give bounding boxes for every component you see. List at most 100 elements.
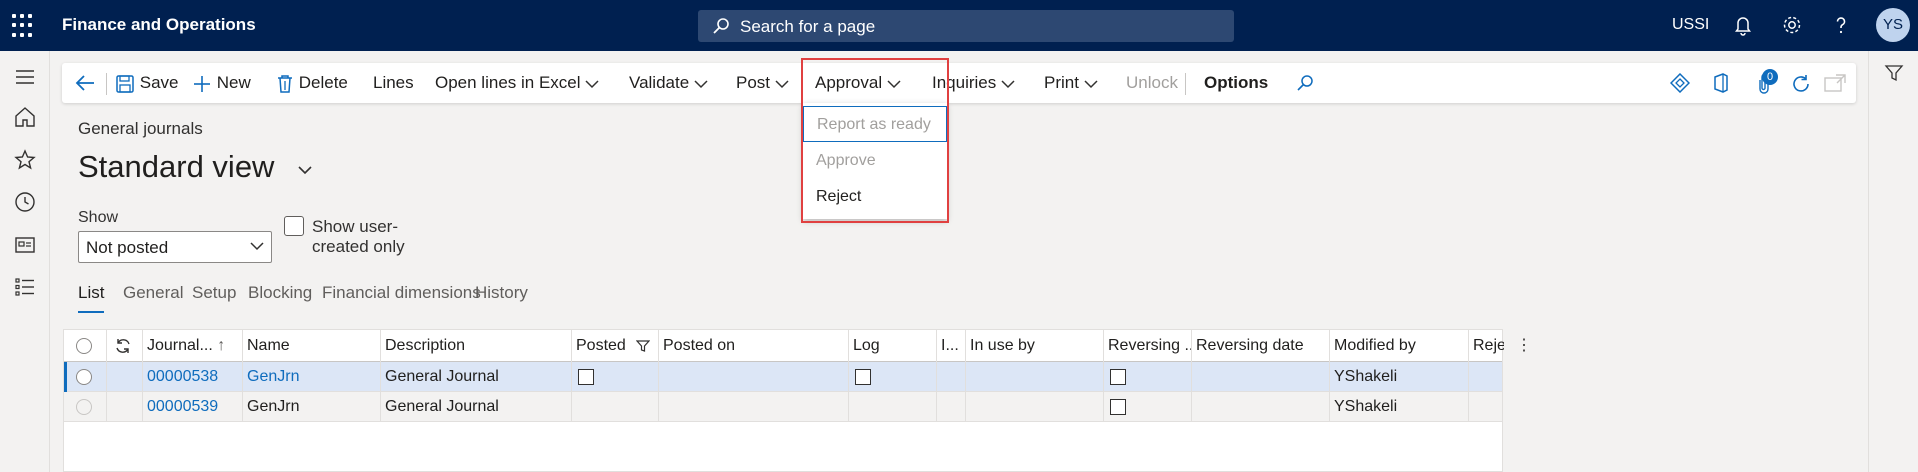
trash-icon [278, 74, 292, 93]
bell-icon[interactable] [1731, 13, 1755, 37]
tab-list[interactable]: List [78, 279, 105, 313]
validate-label: Validate [629, 73, 690, 92]
tab-financial-dimensions[interactable]: Financial dimensions [322, 279, 481, 313]
name-link[interactable]: GenJrn [243, 362, 381, 392]
name-cell: GenJrn [243, 392, 381, 422]
highlight-box [801, 58, 949, 223]
chevron-down-icon [775, 79, 789, 88]
refresh-column-cell[interactable] [107, 330, 143, 362]
breadcrumb: General journals [78, 119, 203, 138]
search-input[interactable]: Search for a page [698, 10, 1234, 42]
column-header-description[interactable]: Description [381, 330, 572, 362]
home-icon[interactable] [13, 105, 37, 129]
table-row[interactable]: 00000539 GenJrn General Journal YShakeli [64, 392, 1502, 422]
column-header-in-use-by[interactable]: In use by [966, 330, 1104, 362]
post-label: Post [736, 73, 771, 92]
open-in-new-window-icon[interactable] [1824, 74, 1846, 92]
company-selector[interactable]: USSI [1672, 16, 1709, 34]
hamburger-menu-icon[interactable] [13, 65, 37, 89]
app-launcher-icon[interactable] [12, 14, 36, 38]
log-checkbox[interactable] [849, 362, 937, 392]
row-select-radio[interactable] [64, 392, 107, 422]
chevron-down-icon [585, 79, 599, 88]
column-header-log[interactable]: Log [849, 330, 937, 362]
plus-icon [194, 75, 210, 92]
grid-header: Journal... ↑ Name Description Posted Pos… [64, 330, 1532, 362]
search-icon [713, 18, 729, 34]
workspaces-icon[interactable] [13, 233, 37, 257]
delete-button[interactable]: Delete [276, 63, 348, 103]
favorites-star-icon[interactable] [13, 148, 37, 172]
column-header-posted[interactable]: Posted [572, 330, 659, 362]
new-label: New [216, 73, 251, 92]
back-arrow-icon[interactable] [74, 73, 96, 93]
refresh-icon [116, 338, 130, 353]
modified-by-cell: YShakeli [1330, 392, 1469, 422]
table-row[interactable]: 00000538 GenJrn General Journal YShakeli [64, 362, 1502, 392]
save-icon [116, 74, 134, 93]
show-filter-dropdown[interactable]: Not posted [78, 231, 272, 263]
print-button[interactable]: Print [1044, 63, 1098, 103]
column-header-modified-by[interactable]: Modified by [1330, 330, 1469, 362]
show-user-created-label: Show user-created only [312, 217, 405, 256]
posted-checkbox[interactable] [572, 362, 659, 392]
validate-button[interactable]: Validate [629, 63, 708, 103]
chevron-down-icon [250, 242, 264, 251]
chevron-down-icon[interactable] [297, 165, 313, 175]
filter-icon[interactable] [1884, 63, 1904, 83]
description-cell: General Journal [381, 362, 572, 392]
column-header-posted-on[interactable]: Posted on [659, 330, 849, 362]
recent-clock-icon[interactable] [13, 190, 37, 214]
view-title[interactable]: Standard view [78, 149, 274, 185]
gear-icon[interactable] [1780, 13, 1804, 37]
chevron-down-icon [1001, 79, 1015, 88]
select-all-radio[interactable] [64, 330, 107, 362]
options-tab[interactable]: Options [1204, 63, 1268, 103]
help-icon[interactable] [1829, 13, 1853, 37]
power-apps-icon[interactable] [1670, 73, 1690, 93]
reversing-checkbox[interactable] [1104, 392, 1192, 422]
tab-general[interactable]: General [123, 279, 183, 313]
column-header-journal[interactable]: Journal... ↑ [143, 330, 243, 362]
column-header-reversing[interactable]: Reversing ... [1104, 330, 1192, 362]
journal-link[interactable]: 00000539 [143, 392, 243, 422]
new-button[interactable]: New [192, 63, 251, 103]
action-pane: Save New Delete Lines Open lines in Exce… [62, 63, 1856, 103]
modules-list-icon[interactable] [13, 275, 37, 299]
save-button[interactable]: Save [115, 63, 178, 103]
open-lines-in-excel-label: Open lines in Excel [435, 73, 581, 92]
lines-button[interactable]: Lines [373, 63, 414, 103]
column-header-i[interactable]: I... [937, 330, 966, 362]
filter-icon [636, 340, 650, 352]
refresh-icon[interactable] [1790, 73, 1812, 95]
column-header-name[interactable]: Name [243, 330, 381, 362]
chevron-down-icon [1084, 79, 1098, 88]
save-label: Save [139, 73, 179, 92]
top-navigation-bar: Finance and Operations Search for a page… [0, 0, 1918, 51]
column-header-reversing-date[interactable]: Reversing date [1192, 330, 1330, 362]
modified-by-cell: YShakeli [1330, 362, 1469, 392]
unlock-button[interactable]: Unlock [1126, 63, 1178, 103]
tab-blocking[interactable]: Blocking [248, 279, 312, 313]
open-lines-in-excel-button[interactable]: Open lines in Excel [435, 63, 599, 103]
search-icon[interactable] [1296, 74, 1314, 92]
right-pane [1868, 51, 1918, 472]
show-user-created-checkbox[interactable] [284, 216, 304, 236]
row-select-radio[interactable] [64, 362, 107, 392]
show-filter-value: Not posted [86, 238, 169, 257]
post-button[interactable]: Post [736, 63, 789, 103]
print-label: Print [1044, 73, 1079, 92]
column-header-reject[interactable]: Reject [1469, 330, 1504, 362]
avatar[interactable]: YS [1876, 8, 1910, 42]
description-cell: General Journal [381, 392, 572, 422]
more-columns-icon[interactable]: ⋮ [1516, 330, 1532, 362]
journal-link[interactable]: 00000538 [143, 362, 243, 392]
reversing-checkbox[interactable] [1104, 362, 1192, 392]
office-icon[interactable] [1711, 73, 1731, 93]
tab-setup[interactable]: Setup [192, 279, 236, 313]
chevron-down-icon [694, 79, 708, 88]
tab-history[interactable]: History [475, 279, 528, 313]
journals-grid: Journal... ↑ Name Description Posted Pos… [63, 329, 1532, 472]
search-placeholder: Search for a page [740, 17, 876, 36]
delete-label: Delete [298, 73, 348, 92]
